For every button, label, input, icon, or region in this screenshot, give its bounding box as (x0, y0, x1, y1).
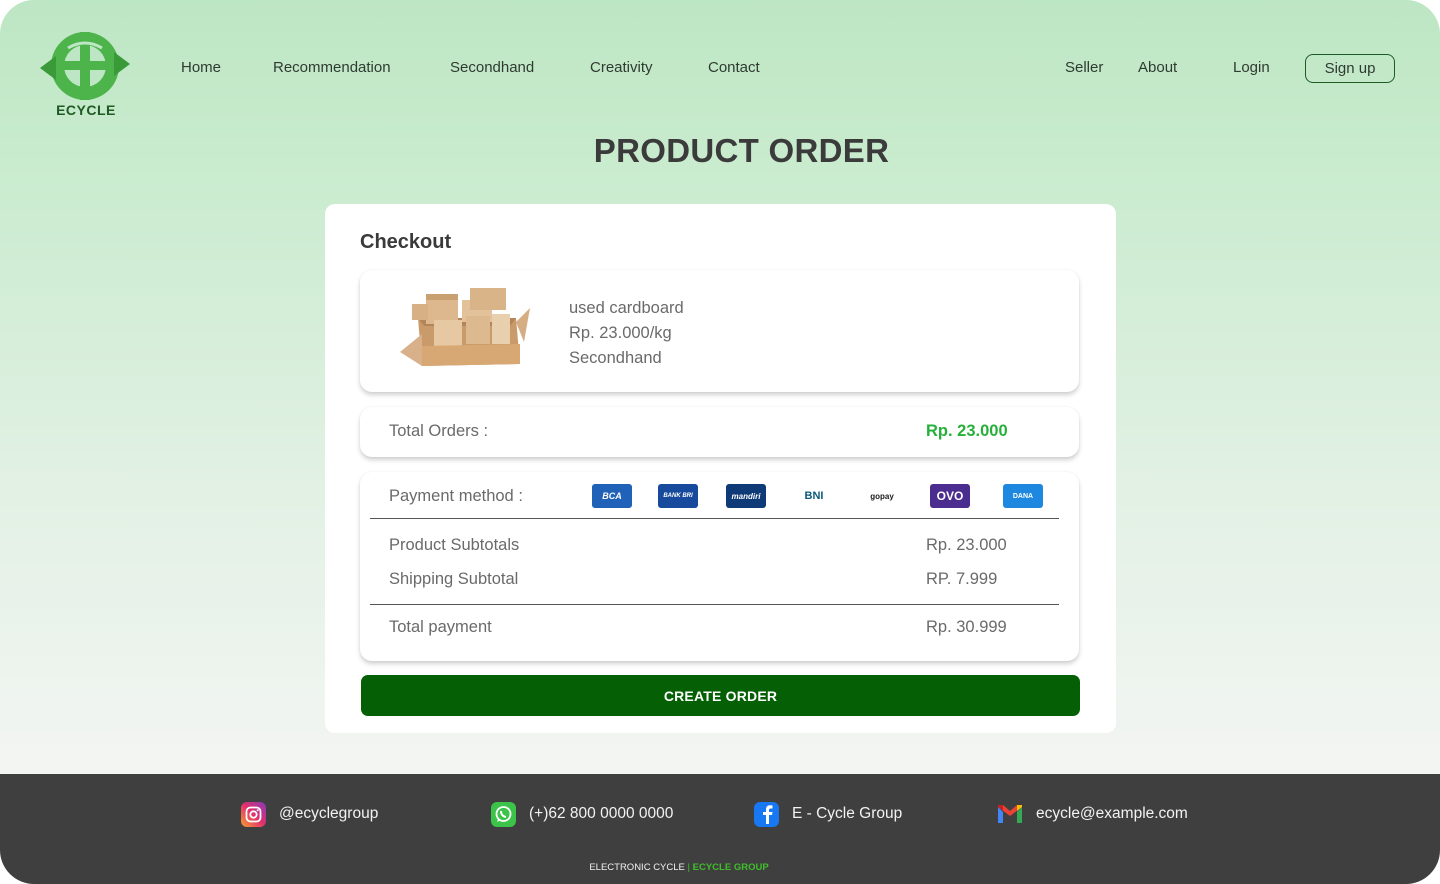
copyright-separator: | (684, 862, 693, 873)
footer-email[interactable]: ecycle@example.com (997, 801, 1188, 827)
footer-instagram[interactable]: @ecyclegroup (241, 801, 378, 827)
nav-secondhand-link[interactable]: Secondhand (450, 59, 534, 76)
page-title: PRODUCT ORDER (593, 132, 890, 169)
footer: @ecyclegroup (+)62 800 0000 0000 E - Cyc… (0, 774, 1440, 884)
footer-whatsapp[interactable]: (+)62 800 0000 0000 (491, 801, 673, 827)
copyright-accent: ECYCLE GROUP (692, 862, 769, 873)
nav-creativity-link[interactable]: Creativity (590, 59, 653, 76)
copyright-main: ELECTRONIC CYCLE (589, 862, 685, 873)
bri-pay-icon[interactable]: BANK BRI (658, 484, 698, 508)
nav-recommendation-link[interactable]: Recommendation (273, 59, 391, 76)
bni-pay-icon[interactable]: BNI (794, 484, 834, 508)
checkout-title: Checkout (360, 231, 452, 253)
instagram-handle: @ecyclegroup (279, 805, 379, 822)
product-price: Rp. 23.000/kg (569, 324, 672, 342)
shipping-subtotal-value: RP. 7.999 (926, 570, 998, 588)
product-info: used cardboard Rp. 23.000/kg Secondhand (569, 296, 684, 371)
payment-panel: Payment method : BCA BANK BRI mandiri BN… (360, 472, 1079, 661)
page-frame: ECYCLE Home Recommendation Secondhand Cr… (0, 0, 1440, 884)
product-name: used cardboard (569, 299, 684, 317)
instagram-icon (241, 801, 266, 827)
total-payment-label: Total payment (389, 618, 492, 636)
payment-divider (370, 518, 1059, 519)
mandiri-pay-icon[interactable]: mandiri (726, 484, 766, 508)
total-orders-value: Rp. 23.000 (926, 422, 1008, 440)
product-panel: used cardboard Rp. 23.000/kg Secondhand (360, 270, 1079, 392)
product-subtotal-label: Product Subtotals (389, 536, 520, 554)
create-order-button[interactable]: CREATE ORDER (361, 675, 1080, 716)
nav-home-link[interactable]: Home (181, 59, 221, 76)
checkout-card: Checkout used cardboard Rp. 23.000/kg Se… (325, 204, 1116, 733)
gopay-pay-icon[interactable]: gopay (862, 484, 902, 508)
product-category: Secondhand (569, 349, 662, 367)
payment-method-label: Payment method : (389, 487, 523, 505)
nav-login-link[interactable]: Login (1233, 59, 1270, 76)
cardboard-boxes-image (400, 288, 530, 366)
nav-seller-link[interactable]: Seller (1065, 59, 1103, 76)
facebook-group: E - Cycle Group (792, 805, 903, 822)
gmail-icon (997, 802, 1023, 827)
whatsapp-icon (491, 801, 516, 827)
total-orders-panel: Total Orders : Rp. 23.000 (360, 407, 1079, 457)
email-address: ecycle@example.com (1036, 805, 1188, 822)
dana-pay-icon[interactable]: DANA (1003, 484, 1043, 508)
nav-contact-link[interactable]: Contact (708, 59, 760, 76)
total-orders-label: Total Orders : (389, 422, 489, 440)
brand-name: ECYCLE (56, 102, 116, 118)
product-subtotal-value: Rp. 23.000 (926, 536, 1007, 554)
signup-button[interactable]: Sign up (1305, 54, 1395, 83)
facebook-icon (754, 801, 779, 827)
total-divider (370, 604, 1059, 605)
total-payment-value: Rp. 30.999 (926, 618, 1007, 636)
copyright: ELECTRONIC CYCLE | ECYCLE GROUP (0, 862, 1358, 873)
footer-facebook[interactable]: E - Cycle Group (754, 801, 902, 827)
bca-pay-icon[interactable]: BCA (592, 484, 632, 508)
ovo-pay-icon[interactable]: OVO (930, 484, 970, 508)
whatsapp-number: (+)62 800 0000 0000 (529, 805, 674, 822)
nav-about-link[interactable]: About (1138, 59, 1177, 76)
shipping-subtotal-label: Shipping Subtotal (389, 570, 519, 588)
